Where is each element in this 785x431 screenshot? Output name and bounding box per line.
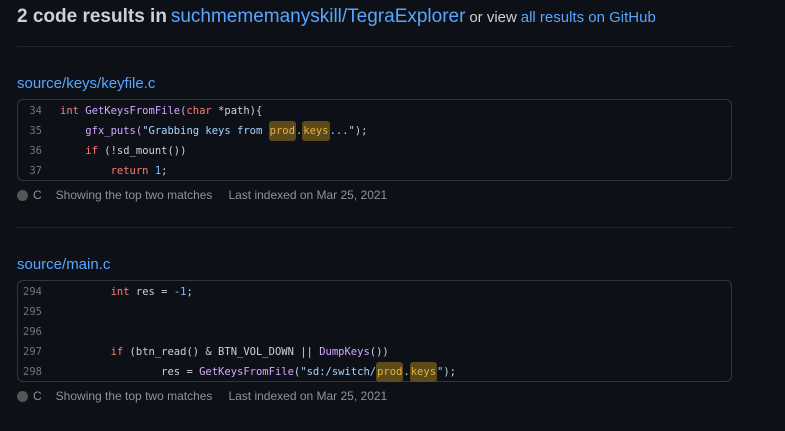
result-file-link[interactable]: source/keys/keyfile.c [17,74,155,94]
code-line: 297 if (btn_read() & BTN_VOL_DOWN || Dum… [18,342,731,362]
code-snippet[interactable]: 294 int res = -1; 295 296 297 if (btn_re… [17,280,732,382]
indexed-text: Last indexed on Mar 25, 2021 [228,389,388,403]
search-match-highlight: keys [409,362,438,382]
code-line: 37 return 1; [18,161,731,181]
search-match-highlight: keys [302,121,330,141]
code-token: if [110,346,124,358]
result-meta: C Showing the top two matches Last index… [17,388,387,404]
code-line: 36 if (!sd_mount()) [18,141,731,161]
all-results-link[interactable]: all results on GitHub [521,9,656,26]
result-meta: C Showing the top two matches Last index… [17,187,387,203]
result-divider [17,227,732,228]
search-match-highlight: prod [268,121,296,141]
code-token: return [110,165,149,177]
language-label: C [33,389,42,403]
code-search-results: 2 code results in suchmememanyskill/Tegr… [0,0,785,431]
code-token: int [110,286,130,298]
code-token: (!sd_mount()) [97,145,187,157]
code-line: 295 [18,302,731,322]
code-line: 298 res = GetKeysFromFile("sd:/switch/pr… [18,362,731,382]
code-token: -1 [173,286,187,298]
language-label: C [33,188,42,202]
header-divider [17,46,732,47]
line-number[interactable]: 35 [18,121,60,141]
code-token: "sd:/switch/ [300,366,377,378]
or-view-text: or view [469,9,517,26]
code-token: ..." [329,125,355,137]
code-token: int [60,105,79,117]
code-token: DumpKeys [319,346,370,358]
line-number[interactable]: 36 [18,141,60,161]
code-token: gfx_puts( [85,125,143,137]
results-header: 2 code results in suchmememanyskill/Tegr… [17,6,732,29]
line-number[interactable]: 297 [18,342,60,362]
line-number[interactable]: 298 [18,362,60,382]
code-token: "Grabbing keys from [142,125,269,137]
line-number[interactable]: 37 [18,161,60,181]
language-color-dot [17,189,28,201]
code-token: (btn_read() & BTN_VOL_DOWN || [123,346,320,358]
code-token: res = [129,286,174,298]
code-token: ); [443,366,457,378]
code-token: ; [161,165,168,177]
line-number[interactable]: 34 [18,101,60,121]
matches-text: Showing the top two matches [55,188,213,202]
line-number[interactable]: 296 [18,322,60,342]
code-token: char [186,105,212,117]
code-snippet[interactable]: 34 int GetKeysFromFile(char *path){ 35 gf… [17,99,732,181]
line-number[interactable]: 294 [18,282,60,302]
code-token: ); [354,125,368,137]
code-token: ()) [369,346,389,358]
code-line: 34 int GetKeysFromFile(char *path){ [18,101,731,121]
line-number[interactable]: 295 [18,302,60,322]
code-token: *path){ [211,105,263,117]
code-line: 294 int res = -1; [18,282,731,302]
search-match-highlight: prod [376,362,404,382]
matches-text: Showing the top two matches [55,389,213,403]
result-file-link[interactable]: source/main.c [17,255,110,275]
code-token: GetKeysFromFile [199,366,294,378]
code-line: 296 [18,322,731,342]
code-token: ; [186,286,193,298]
code-token: . [403,366,410,378]
code-token: GetKeysFromFile( [78,105,187,117]
code-token: res = [161,366,200,378]
language-color-dot [17,390,28,402]
repo-link[interactable]: suchmememanyskill/TegraExplorer [171,6,466,27]
results-count: 2 code results in [17,6,167,27]
code-token: if [85,145,98,157]
indexed-text: Last indexed on Mar 25, 2021 [228,188,388,202]
code-line: 35 gfx_puts("Grabbing keys from prod. key… [18,121,731,141]
